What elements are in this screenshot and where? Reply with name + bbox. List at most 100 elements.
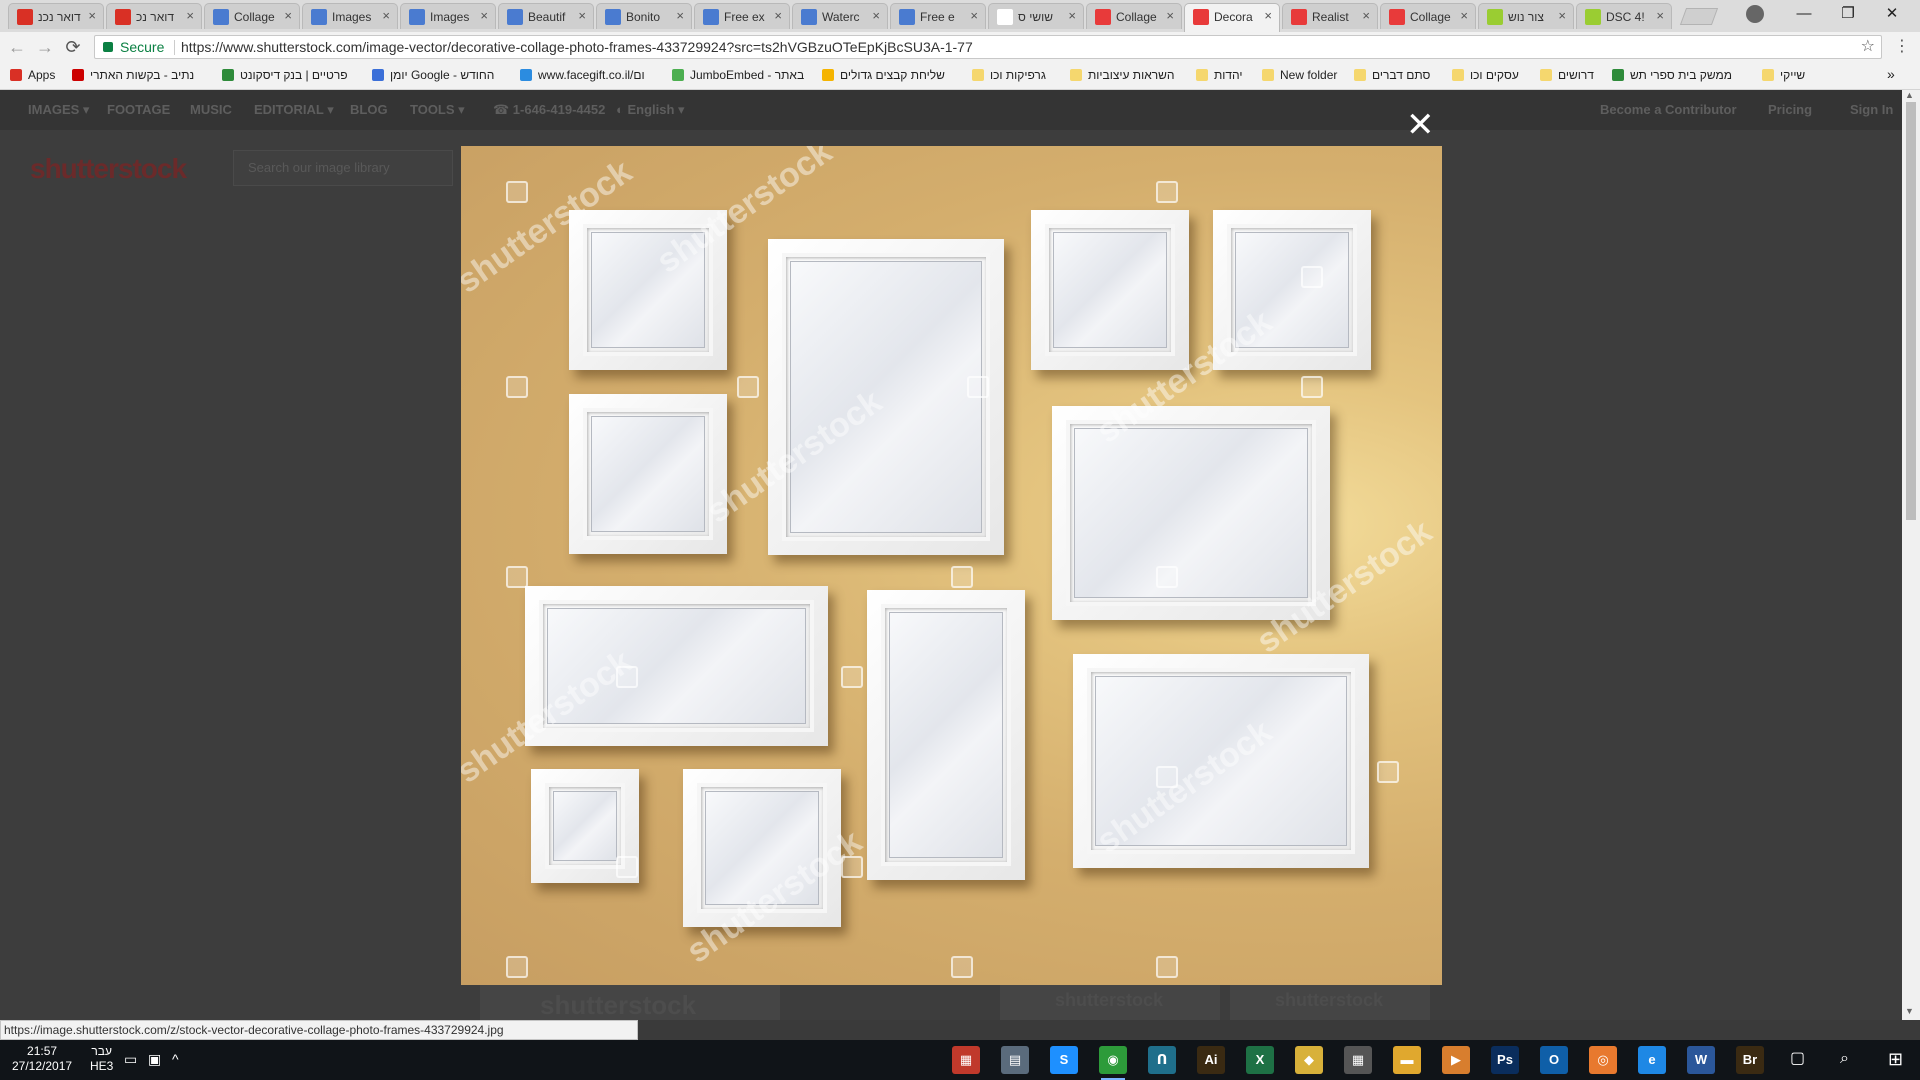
- browser-tab[interactable]: דואר נכ ×: [106, 3, 202, 29]
- taskbar-app-icon[interactable]: W: [1687, 1046, 1715, 1074]
- tab-close-icon[interactable]: ×: [1362, 8, 1370, 23]
- scroll-thumb[interactable]: [1906, 102, 1916, 520]
- tab-close-icon[interactable]: ×: [382, 8, 390, 23]
- browser-tab[interactable]: Collage ×: [204, 3, 300, 29]
- window-close-button[interactable]: ✕: [1870, 0, 1914, 28]
- browser-tab[interactable]: Decora ×: [1184, 3, 1280, 32]
- url-text[interactable]: https://www.shutterstock.com/image-vecto…: [181, 36, 973, 58]
- tab-close-icon[interactable]: ×: [480, 8, 488, 23]
- taskbar-app-icon[interactable]: ▦: [952, 1046, 980, 1074]
- minimize-button[interactable]: —: [1782, 0, 1826, 28]
- task-view-icon[interactable]: ▢: [1790, 1051, 1806, 1067]
- tab-close-icon[interactable]: ×: [1068, 8, 1076, 23]
- bookmark-item[interactable]: שליחת קבצים גדולים: [822, 68, 945, 82]
- tab-close-icon[interactable]: ×: [284, 8, 292, 23]
- nav-blog[interactable]: BLOG: [350, 102, 388, 117]
- tab-close-icon[interactable]: ×: [88, 8, 96, 23]
- page-scrollbar[interactable]: ▲ ▼: [1902, 90, 1920, 1020]
- search-icon[interactable]: ⌕: [1840, 1051, 1856, 1067]
- bookmark-item[interactable]: השראות עיצוביות: [1070, 68, 1175, 82]
- browser-tab[interactable]: Free e ×: [890, 3, 986, 29]
- tab-close-icon[interactable]: ×: [872, 8, 880, 23]
- nav-pricing[interactable]: Pricing: [1768, 102, 1812, 117]
- taskbar-app-icon[interactable]: ▦: [1344, 1046, 1372, 1074]
- taskbar-app-icon[interactable]: X: [1246, 1046, 1274, 1074]
- browser-tab[interactable]: Waterc ×: [792, 3, 888, 29]
- nav-language[interactable]: ◐ English ▾: [616, 102, 685, 118]
- tab-close-icon[interactable]: ×: [970, 8, 978, 23]
- network-icon[interactable]: ▣: [148, 1052, 164, 1066]
- reload-button[interactable]: ⟳: [62, 36, 84, 58]
- profile-icon[interactable]: [1746, 5, 1764, 23]
- action-center-icon[interactable]: ▭: [124, 1052, 140, 1066]
- browser-tab[interactable]: DSC 4! ×: [1576, 3, 1672, 29]
- bookmark-item[interactable]: יומן Google - החודש: [372, 68, 494, 82]
- bookmark-item[interactable]: יהדות: [1196, 68, 1243, 82]
- browser-tab[interactable]: Beautif ×: [498, 3, 594, 29]
- tab-close-icon[interactable]: ×: [1460, 8, 1468, 23]
- back-button[interactable]: ←: [6, 36, 28, 58]
- browser-tab[interactable]: Collage ×: [1380, 3, 1476, 29]
- browser-tab[interactable]: Images ×: [400, 3, 496, 29]
- scroll-up-icon[interactable]: ▲: [1905, 90, 1914, 100]
- bookmark-item[interactable]: ממשק בית ספרי תש: [1612, 68, 1732, 82]
- tab-close-icon[interactable]: ×: [1166, 8, 1174, 23]
- browser-menu-icon[interactable]: ⋮: [1894, 36, 1910, 56]
- taskbar-app-icon[interactable]: ◆: [1295, 1046, 1323, 1074]
- new-tab-button[interactable]: [1679, 8, 1719, 25]
- tab-close-icon[interactable]: ×: [1264, 8, 1272, 23]
- tab-close-icon[interactable]: ×: [1558, 8, 1566, 23]
- bookmark-item[interactable]: www.facegift.co.il/ום: [520, 68, 645, 82]
- browser-tab[interactable]: Bonito ×: [596, 3, 692, 29]
- browser-tab[interactable]: Images ×: [302, 3, 398, 29]
- site-search-input[interactable]: Search our image library: [233, 150, 453, 186]
- nav-images[interactable]: IMAGES ▾: [28, 102, 89, 118]
- taskbar-app-icon[interactable]: ◎: [1589, 1046, 1617, 1074]
- shutterstock-logo[interactable]: shutterstock: [30, 153, 187, 185]
- bookmark-item[interactable]: Apps: [10, 68, 55, 82]
- nav-become-contributor[interactable]: Become a Contributor: [1600, 102, 1737, 117]
- restore-button[interactable]: ❐: [1826, 0, 1870, 28]
- bookmark-star-icon[interactable]: ☆: [1861, 36, 1875, 58]
- nav-footage[interactable]: FOOTAGE: [107, 102, 170, 117]
- tray-chevron-icon[interactable]: ^: [172, 1052, 188, 1066]
- bookmark-item[interactable]: נתיב - בקשות האתרי: [72, 68, 194, 82]
- browser-tab[interactable]: Free ex ×: [694, 3, 790, 29]
- tab-close-icon[interactable]: ×: [774, 8, 782, 23]
- nav-music[interactable]: MUSIC: [190, 102, 232, 117]
- nav-phone[interactable]: ☎ 1-646-419-4452: [493, 102, 605, 118]
- browser-tab[interactable]: Realist ×: [1282, 3, 1378, 29]
- taskbar-app-icon[interactable]: ▤: [1001, 1046, 1029, 1074]
- bookmark-item[interactable]: שייקי: [1762, 68, 1805, 82]
- taskbar-app-icon[interactable]: ▶: [1442, 1046, 1470, 1074]
- lightbox-close-icon[interactable]: ✕: [1406, 108, 1435, 142]
- bookmarks-more-icon[interactable]: »: [1887, 66, 1895, 82]
- tab-close-icon[interactable]: ×: [578, 8, 586, 23]
- nav-tools[interactable]: TOOLS ▾: [410, 102, 465, 118]
- bookmark-item[interactable]: New folder: [1262, 68, 1337, 82]
- tab-close-icon[interactable]: ×: [676, 8, 684, 23]
- taskbar-app-icon[interactable]: O: [1540, 1046, 1568, 1074]
- taskbar-app-icon[interactable]: ◉: [1099, 1046, 1127, 1080]
- taskbar-app-icon[interactable]: Ai: [1197, 1046, 1225, 1074]
- taskbar-app-icon[interactable]: ▬: [1393, 1046, 1421, 1074]
- address-bar[interactable]: Secure https://www.shutterstock.com/imag…: [94, 35, 1882, 59]
- browser-tab[interactable]: צור נוש ×: [1478, 3, 1574, 29]
- bookmark-item[interactable]: פרטיים | בנק דיסקונט: [222, 68, 348, 82]
- tab-close-icon[interactable]: ×: [186, 8, 194, 23]
- tab-close-icon[interactable]: ×: [1656, 8, 1664, 23]
- bookmark-item[interactable]: סתם דברים: [1354, 68, 1430, 82]
- nav-editorial[interactable]: EDITORIAL ▾: [254, 102, 334, 118]
- bookmark-item[interactable]: עסקים וכו: [1452, 68, 1519, 82]
- taskbar-app-icon[interactable]: Ps: [1491, 1046, 1519, 1074]
- nav-sign-in[interactable]: Sign In: [1850, 102, 1893, 117]
- scroll-down-icon[interactable]: ▼: [1905, 1006, 1914, 1016]
- taskbar-clock[interactable]: 21:57 27/12/2017: [12, 1044, 72, 1074]
- bookmark-item[interactable]: JumboEmbed - באתר: [672, 68, 804, 82]
- bookmark-item[interactable]: גרפיקות וכו: [972, 68, 1046, 82]
- browser-tab[interactable]: שושי ס ×: [988, 3, 1084, 29]
- input-language[interactable]: עבר HE3: [90, 1044, 113, 1074]
- forward-button[interactable]: →: [34, 36, 56, 58]
- bookmark-item[interactable]: דרושים: [1540, 68, 1594, 82]
- taskbar-app-icon[interactable]: ᑎ: [1148, 1046, 1176, 1074]
